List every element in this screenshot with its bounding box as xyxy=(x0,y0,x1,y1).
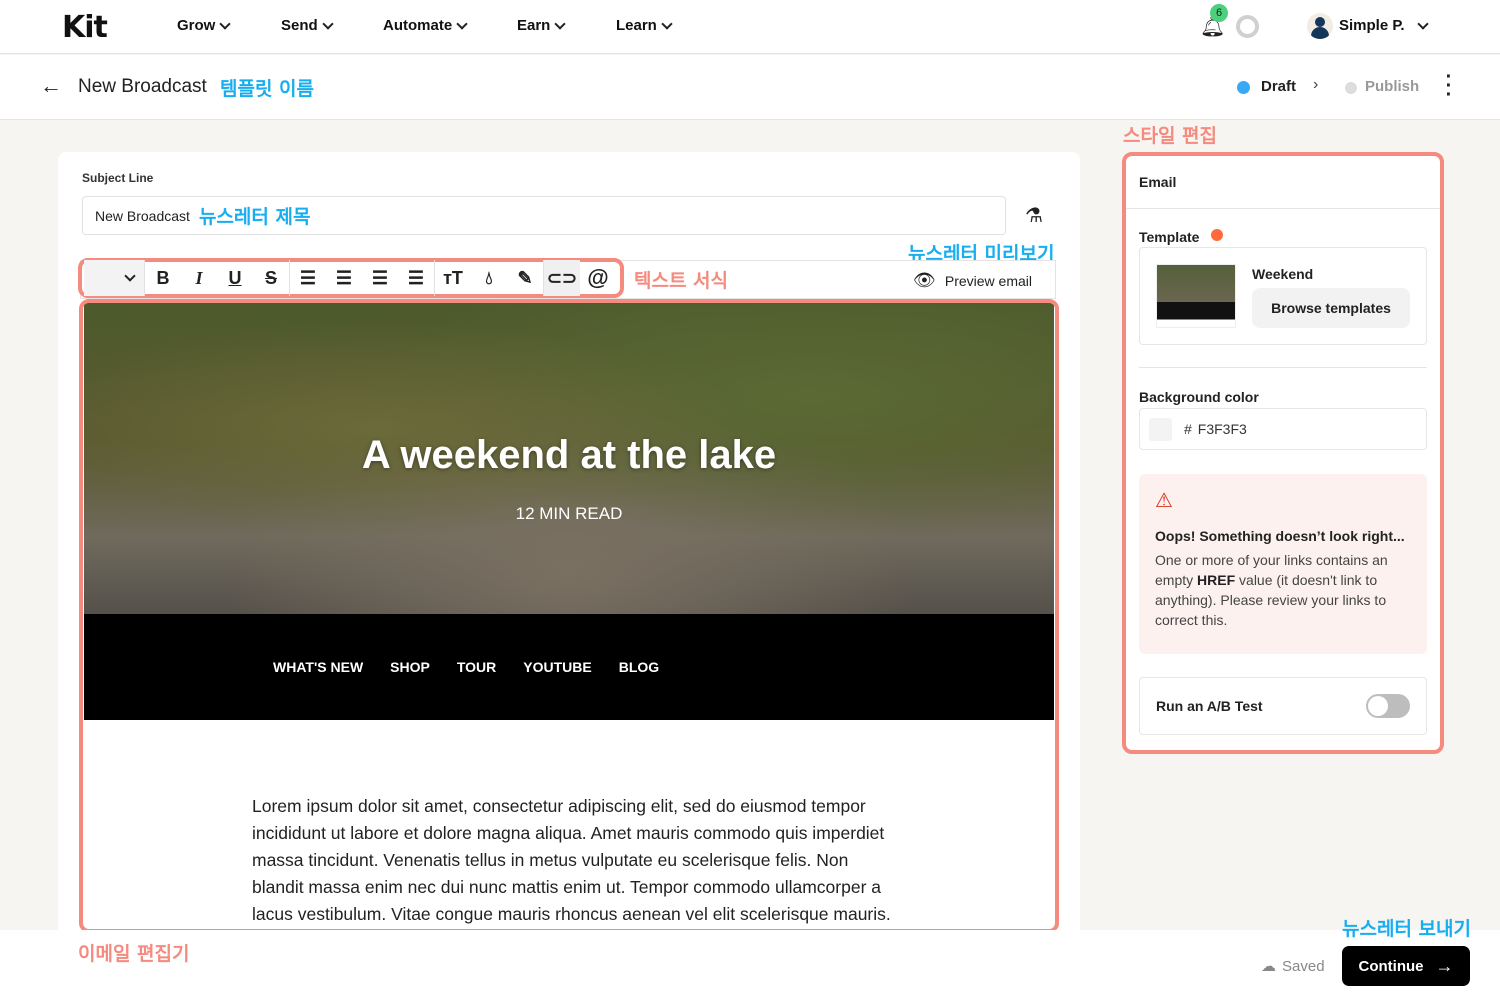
toolbar-annotation: 텍스트 서식 xyxy=(634,270,729,292)
italic-icon[interactable]: I xyxy=(181,260,217,296)
nav-earn[interactable]: Earn xyxy=(517,17,567,34)
style-panel: Email Template Weekend Browse templates … xyxy=(1122,152,1444,754)
flask-test-icon[interactable]: ⚗︎ xyxy=(1025,203,1043,228)
nav-label: Grow xyxy=(177,17,216,34)
template-name-annotation: 템플릿 이름 xyxy=(220,78,315,100)
warning-title: Oops! Something doesn’t look right... xyxy=(1155,528,1405,544)
align-center-icon[interactable]: ☰ xyxy=(326,260,362,296)
divider xyxy=(1139,367,1427,368)
chevron-down-icon xyxy=(661,17,673,30)
chevron-right-icon: › xyxy=(1313,76,1319,93)
background-color-input[interactable]: # F3F3F3 xyxy=(1139,408,1427,450)
saved-label: Saved xyxy=(1282,957,1325,975)
highlighter-icon[interactable]: ✎ xyxy=(507,260,543,296)
nav-label: Send xyxy=(281,17,318,34)
chevron-down-icon xyxy=(554,17,567,30)
kit-logo[interactable]: Kit xyxy=(62,10,108,45)
page-header: ← New Broadcast 템플릿 이름 Draft › Publish ·… xyxy=(0,55,1500,120)
align-left-icon[interactable]: ☰ xyxy=(290,260,326,296)
nav-label: Earn xyxy=(517,17,551,34)
nav-learn[interactable]: Learn xyxy=(616,17,673,34)
user-name: Simple P. xyxy=(1339,17,1405,34)
template-warning-dot xyxy=(1211,229,1223,241)
draft-status-dot xyxy=(1237,81,1250,94)
align-right-icon[interactable]: ☰ xyxy=(362,260,398,296)
text-size-icon[interactable]: тT xyxy=(435,260,471,296)
nav-label: Learn xyxy=(616,17,657,34)
color-swatch[interactable] xyxy=(1149,417,1172,441)
email-editor-highlight xyxy=(79,299,1059,933)
template-label: Template xyxy=(1139,229,1200,245)
status-publish[interactable]: Publish xyxy=(1365,78,1419,95)
underline-icon[interactable]: U xyxy=(217,260,253,296)
status-draft[interactable]: Draft xyxy=(1261,78,1296,95)
chevron-down-icon xyxy=(1416,17,1429,30)
preview-email-button[interactable]: 👁︎ Preview email xyxy=(913,270,1032,291)
link-warning-alert: ⚠︎ Oops! Something doesn’t look right...… xyxy=(1139,474,1427,654)
subject-line-label: Subject Line xyxy=(82,171,154,185)
style-annotation: 스타일 편집 xyxy=(1123,125,1218,147)
arrow-right-icon: → xyxy=(1435,955,1454,976)
background-color-label: Background color xyxy=(1139,389,1259,405)
avatar[interactable] xyxy=(1307,13,1333,39)
warning-message: One or more of your links contains an em… xyxy=(1155,552,1388,628)
nav-send[interactable]: Send xyxy=(281,17,334,34)
template-card: Weekend Browse templates xyxy=(1139,247,1427,345)
hash-symbol: # xyxy=(1184,421,1192,437)
continue-label: Continue xyxy=(1358,957,1424,975)
saved-status: ☁︎ Saved xyxy=(1261,957,1325,976)
align-justify-icon[interactable]: ☰ xyxy=(398,260,434,296)
cloud-check-icon: ☁︎ xyxy=(1261,958,1276,975)
notification-badge: 6 xyxy=(1210,4,1228,22)
subject-input[interactable]: New Broadcast 뉴스레터 제목 xyxy=(82,196,1006,235)
page-title: New Broadcast xyxy=(78,76,207,97)
panel-heading: Email xyxy=(1139,174,1177,190)
strikethrough-icon[interactable]: S xyxy=(253,260,289,296)
browse-templates-button[interactable]: Browse templates xyxy=(1252,288,1410,328)
preview-label: Preview email xyxy=(944,272,1032,289)
nav-label: Automate xyxy=(383,17,453,34)
user-menu[interactable]: Simple P. xyxy=(1339,17,1429,34)
chevron-down-icon xyxy=(322,17,334,30)
nav-grow[interactable]: Grow xyxy=(177,17,232,34)
divider xyxy=(1126,208,1440,209)
editor-annotation: 이메일 편집기 xyxy=(78,943,190,965)
chevron-down-icon xyxy=(219,17,232,30)
link-icon[interactable]: ⊂⊃ xyxy=(544,260,580,296)
ab-test-label: Run an A/B Test xyxy=(1156,698,1263,714)
continue-button[interactable]: Continue → xyxy=(1342,946,1470,986)
chevron-down-icon xyxy=(456,17,468,30)
nav-automate[interactable]: Automate xyxy=(383,17,468,34)
at-mention-icon[interactable]: @ xyxy=(580,260,616,296)
color-drop-icon[interactable]: 💧︎ xyxy=(471,260,507,296)
progress-ring-icon[interactable] xyxy=(1236,15,1259,38)
subject-annotation: 뉴스레터 제목 xyxy=(198,206,311,228)
ab-test-row: Run an A/B Test xyxy=(1139,677,1427,735)
formatting-toolbar: B I U S ☰ ☰ ☰ ☰ тT 💧︎ ✎ ⊂⊃ @ xyxy=(78,258,624,298)
publish-status-dot xyxy=(1345,82,1357,94)
back-arrow-icon[interactable]: ← xyxy=(40,73,62,99)
send-annotation: 뉴스레터 보내기 xyxy=(1342,918,1471,940)
more-options-icon[interactable]: · · · xyxy=(1444,67,1454,105)
eye-icon: 👁︎ xyxy=(913,270,936,290)
bold-icon[interactable]: B xyxy=(145,260,181,296)
top-nav: Kit Grow Send Automate Earn Learn 🔔︎ 6 S… xyxy=(0,0,1500,54)
ab-test-toggle[interactable] xyxy=(1366,694,1410,718)
chevron-down-icon xyxy=(124,270,136,282)
background-color-value: F3F3F3 xyxy=(1197,421,1247,437)
warning-triangle-icon: ⚠︎ xyxy=(1155,490,1173,512)
template-name: Weekend xyxy=(1252,266,1314,282)
template-thumbnail[interactable] xyxy=(1156,264,1236,328)
block-style-dropdown[interactable] xyxy=(84,260,144,296)
subject-value: New Broadcast xyxy=(95,207,190,224)
